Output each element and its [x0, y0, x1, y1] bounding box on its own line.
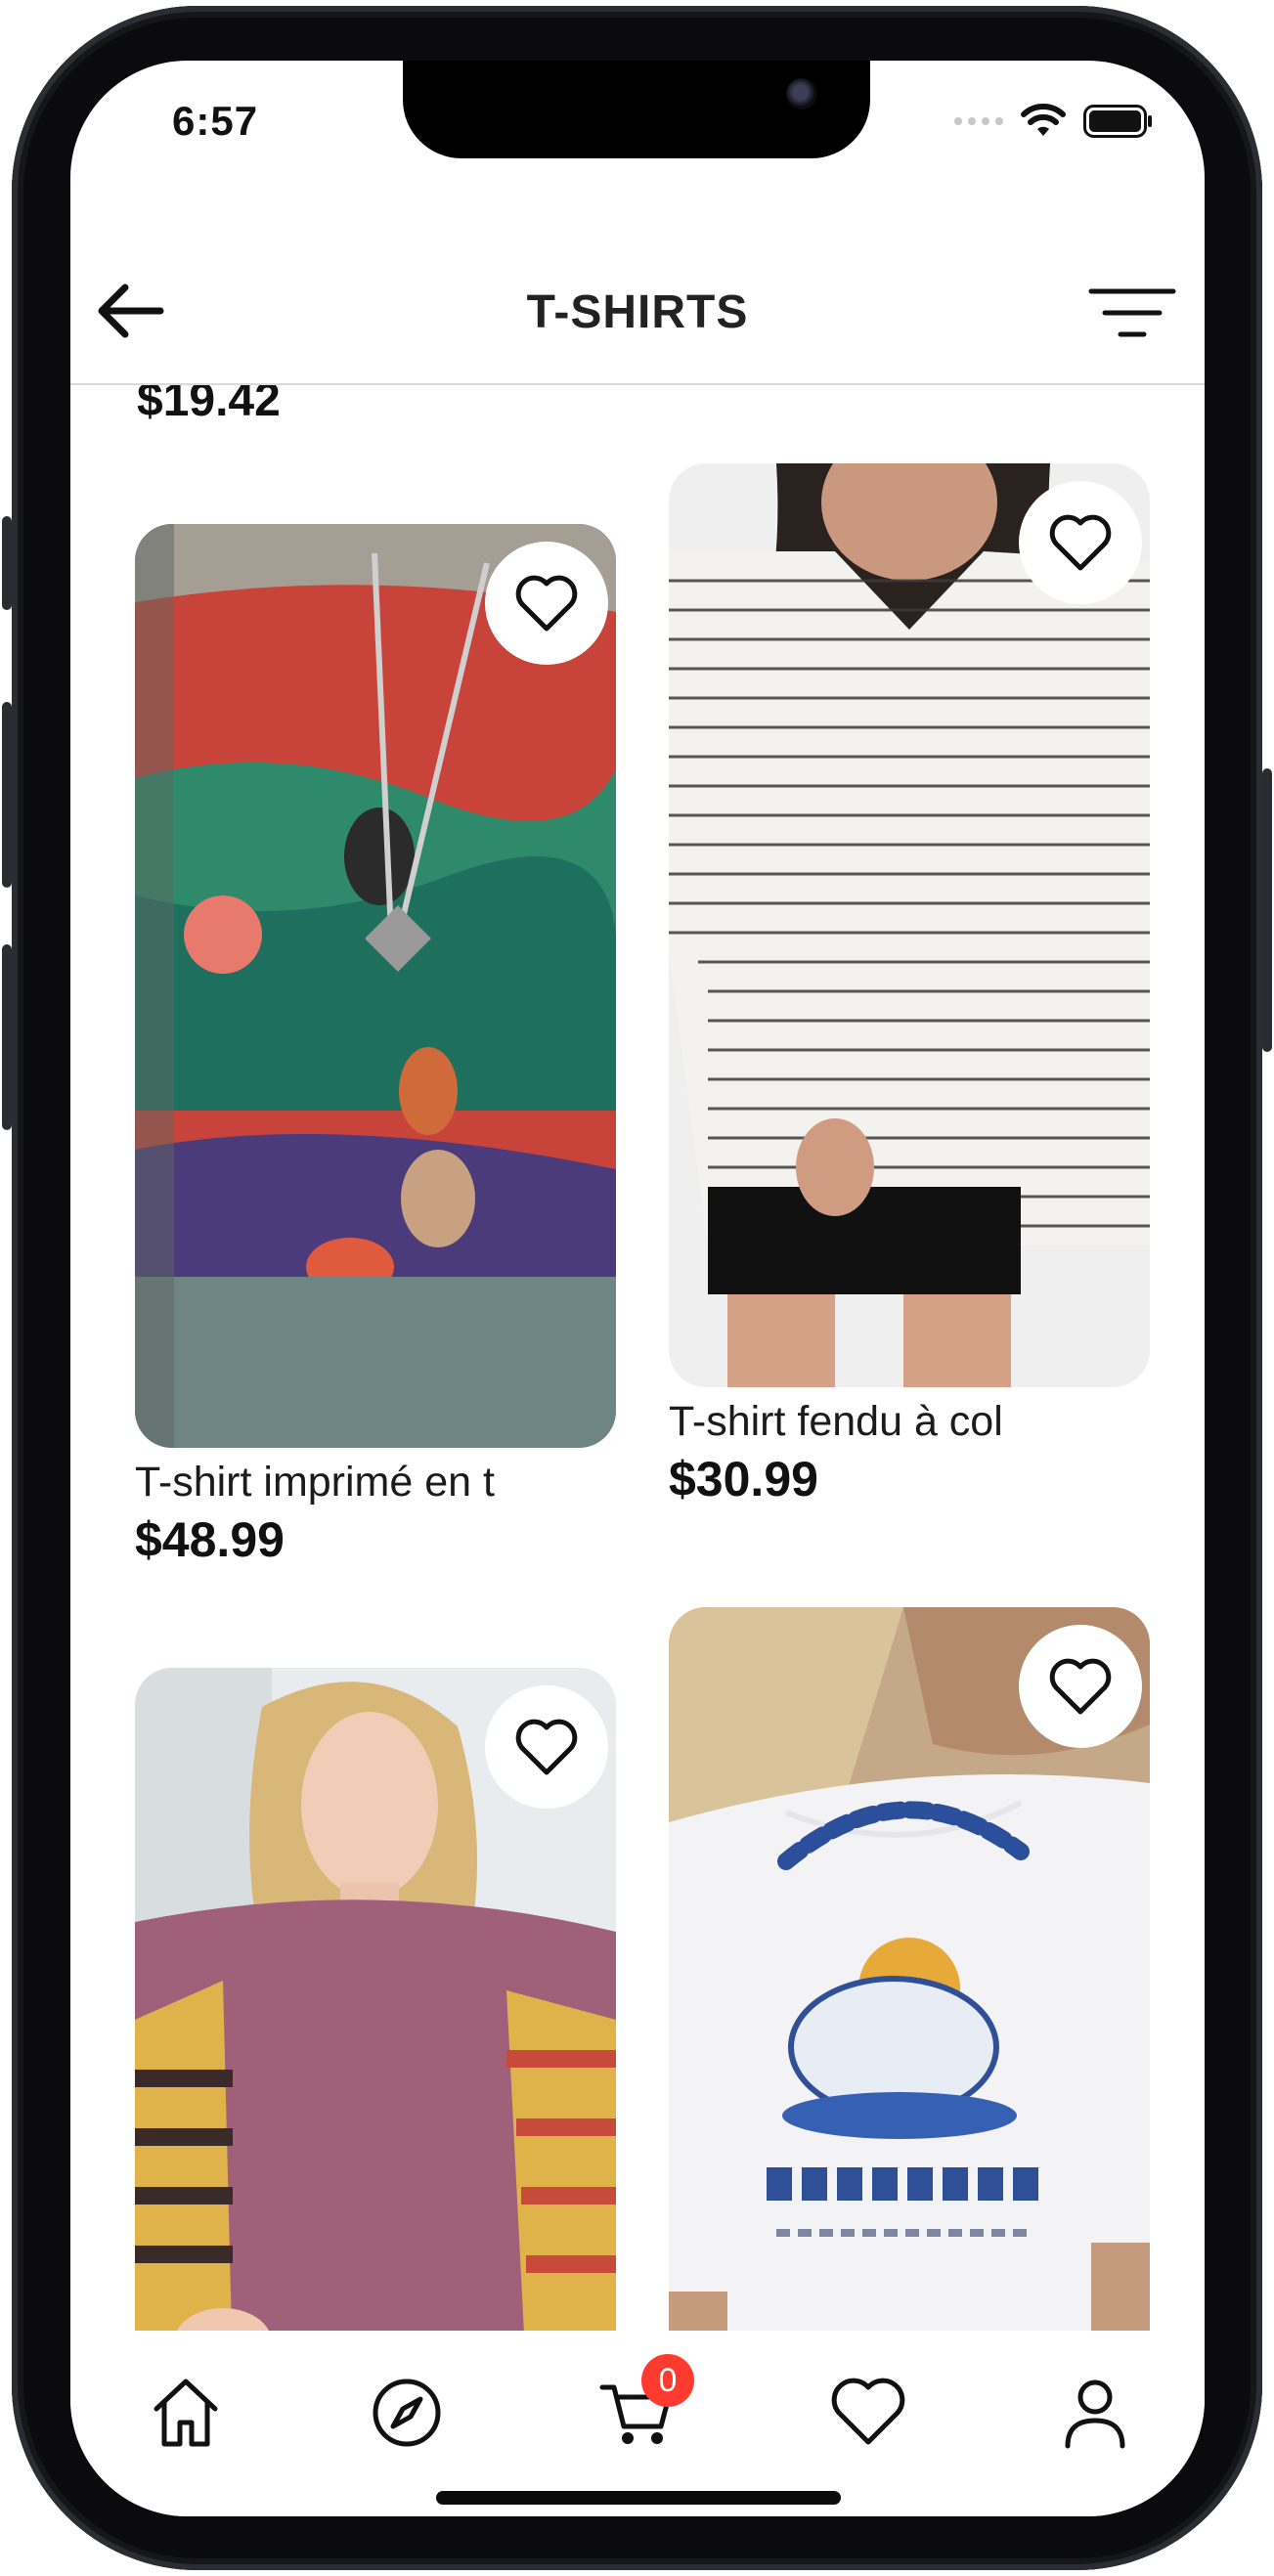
front-camera — [786, 78, 817, 109]
product-name: T-shirt imprimé en t — [135, 1459, 495, 1506]
product-image[interactable] — [669, 1607, 1150, 2331]
cart-count-badge: 0 — [641, 2354, 694, 2407]
product-card[interactable]: T-shirt imprimé en t $48.99 — [135, 524, 616, 1569]
product-price: $48.99 — [135, 1512, 285, 1567]
favorite-button[interactable] — [1019, 1625, 1142, 1748]
tab-wishlist[interactable] — [829, 2374, 907, 2452]
product-image[interactable] — [669, 463, 1150, 1387]
tab-profile[interactable] — [1056, 2374, 1134, 2452]
favorite-button[interactable] — [1019, 481, 1142, 604]
filter-icon — [1088, 288, 1176, 337]
battery-icon — [1083, 105, 1152, 138]
nav-header: T-SHIRTS — [70, 242, 1205, 385]
product-card[interactable] — [669, 1607, 1150, 2331]
favorite-button[interactable] — [485, 1685, 608, 1809]
notch — [403, 61, 870, 158]
product-grid[interactable]: $19.42 T-shirt imprimé en t $48.99 T-shi… — [70, 385, 1205, 2331]
tab-explore[interactable] — [368, 2374, 446, 2452]
product-price: $19.42 — [137, 385, 281, 426]
mute-switch — [2, 516, 12, 610]
heart-icon — [515, 575, 578, 632]
product-image[interactable] — [135, 524, 616, 1448]
product-card[interactable]: T-shirt fendu à col $30.99 — [669, 463, 1150, 1508]
status-time: 6:57 — [172, 98, 259, 144]
heart-icon — [1049, 514, 1112, 571]
heart-icon — [515, 1719, 578, 1775]
product-image[interactable] — [135, 1668, 616, 2331]
heart-icon — [831, 2378, 905, 2445]
user-icon — [1065, 2380, 1125, 2449]
bottom-tab-bar: 0 — [70, 2331, 1205, 2516]
cellular-signal-icon — [954, 117, 1003, 125]
power-button — [1262, 768, 1272, 1052]
status-icons — [954, 104, 1154, 139]
home-icon — [154, 2379, 218, 2447]
app-screen: 6:57 T-SHIRTS $19.42 T-shirt imprimé en … — [70, 61, 1205, 2516]
phone-frame: 6:57 T-SHIRTS $19.42 T-shirt imprimé en … — [0, 0, 1274, 2576]
product-price: $30.99 — [669, 1452, 818, 1506]
heart-icon — [1049, 1658, 1112, 1715]
volume-up-button — [2, 702, 12, 888]
home-indicator[interactable] — [436, 2491, 841, 2505]
tab-cart[interactable]: 0 — [598, 2354, 694, 2452]
compass-icon — [373, 2379, 441, 2447]
product-name: T-shirt fendu à col — [669, 1398, 1003, 1445]
tab-home[interactable] — [147, 2374, 225, 2452]
wifi-icon — [1021, 104, 1066, 136]
favorite-button[interactable] — [485, 542, 608, 665]
product-card[interactable] — [135, 1668, 616, 2331]
page-title: T-SHIRTS — [526, 286, 749, 338]
volume-down-button — [2, 944, 12, 1130]
filter-button[interactable] — [1087, 285, 1177, 344]
